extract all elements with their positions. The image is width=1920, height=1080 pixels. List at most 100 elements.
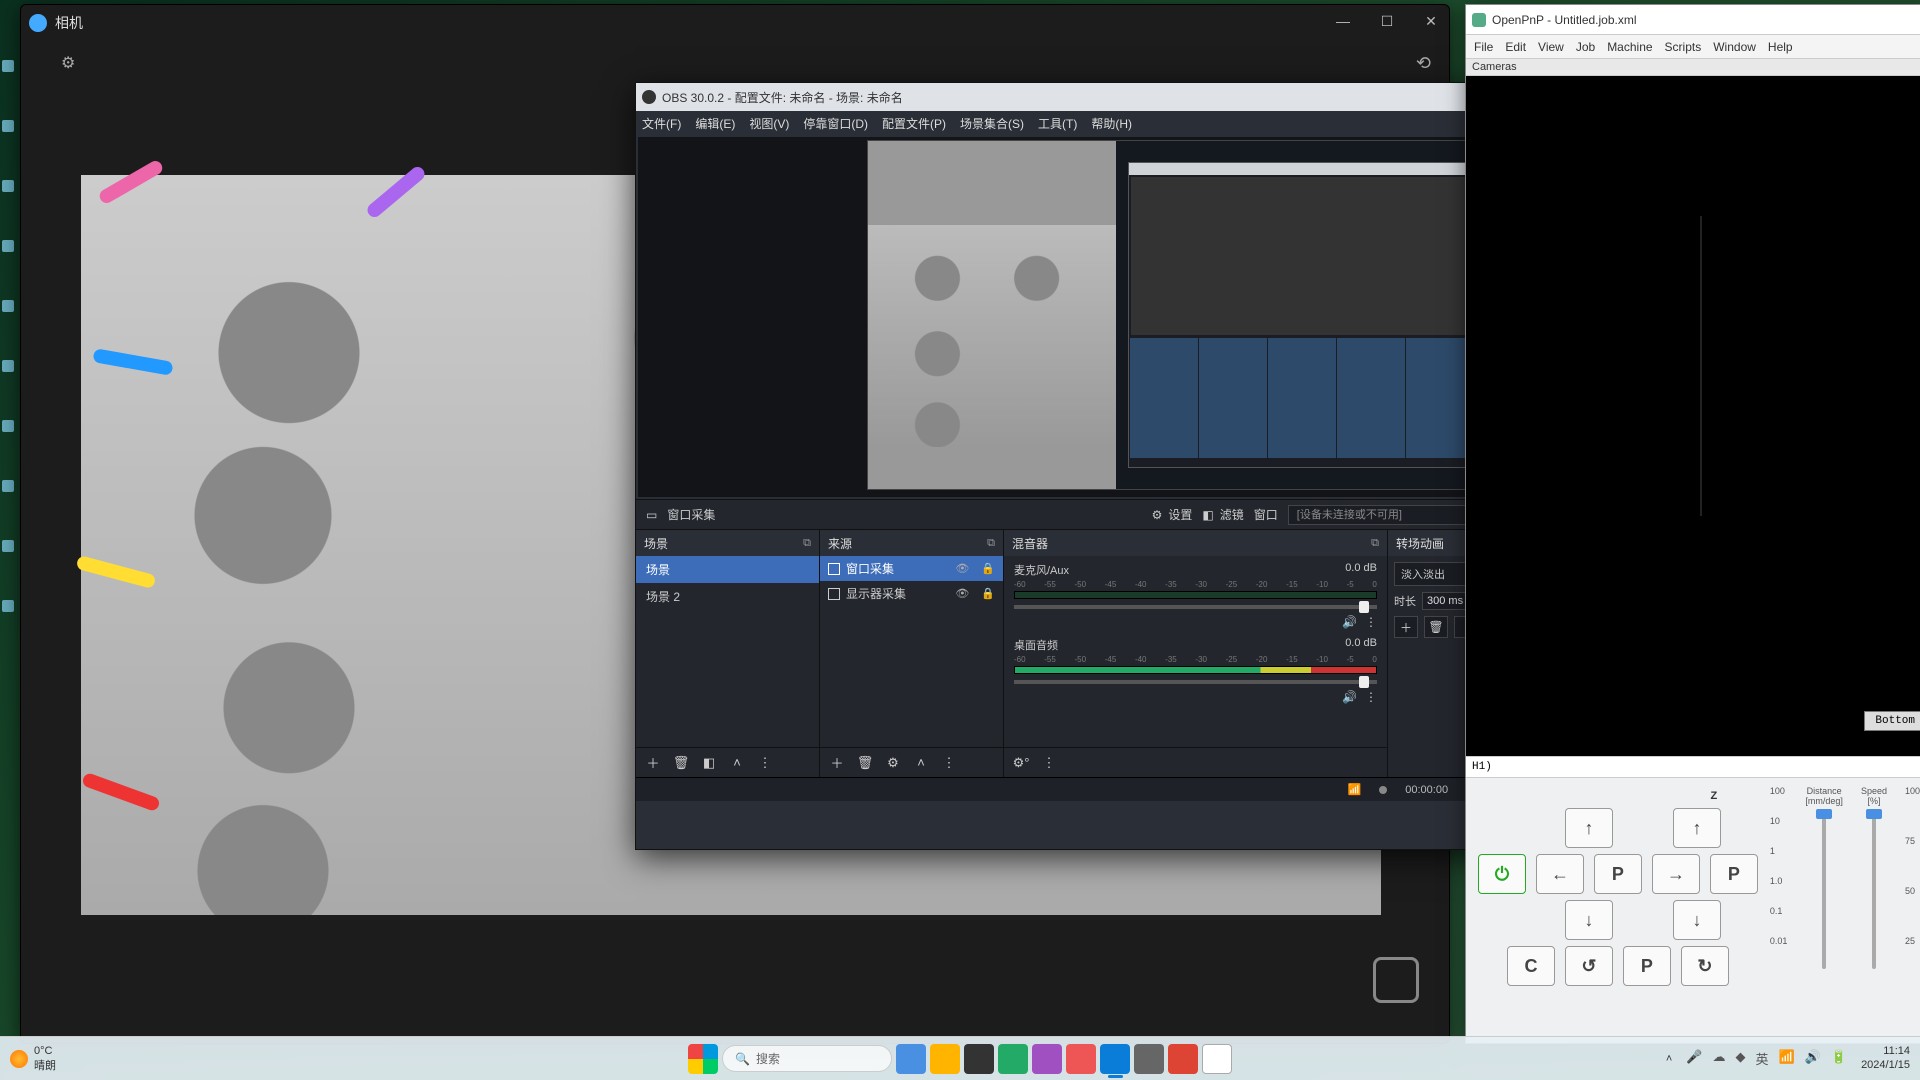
jog-z-up-button[interactable]: ↑ <box>1673 808 1721 848</box>
jog-x-right-button[interactable]: → <box>1652 854 1700 894</box>
jog-c-button[interactable]: C <box>1507 946 1555 986</box>
source-visibility-icon[interactable]: 👁 <box>955 587 969 600</box>
park-z-button[interactable]: P <box>1710 854 1758 894</box>
transition-add-icon[interactable]: ＋ <box>1394 616 1418 638</box>
pnp-camera-view[interactable] <box>1466 76 1920 756</box>
distance-slider[interactable] <box>1822 809 1826 969</box>
menu-edit[interactable]: 编辑(E) <box>695 115 735 132</box>
camera-close[interactable]: ✕ <box>1419 13 1443 30</box>
menu-help[interactable]: 帮助(H) <box>1091 115 1132 132</box>
camera-switch-icon[interactable]: ⟲ <box>1416 53 1431 74</box>
camera-maximize[interactable]: ☐ <box>1375 13 1399 30</box>
scene-up-icon[interactable]: ˄ <box>726 752 748 774</box>
scenes-popout-icon[interactable]: ⧉ <box>803 537 811 550</box>
taskbar-clock[interactable]: 11:14 2024/1/15 <box>1861 1045 1910 1071</box>
mic-volume-slider[interactable] <box>1014 605 1377 609</box>
taskbar-app-4[interactable] <box>998 1044 1028 1074</box>
start-button[interactable] <box>688 1044 718 1074</box>
pnp-menu-scripts[interactable]: Scripts <box>1665 40 1702 54</box>
taskbar-app-openpnp[interactable] <box>1202 1044 1232 1074</box>
source-item-window-capture[interactable]: 窗口采集 👁 🔒 <box>820 556 1003 581</box>
source-remove-icon[interactable]: 🗑 <box>854 752 876 774</box>
tray-volume-icon[interactable]: 🔊 <box>1805 1049 1821 1068</box>
bottom-camera-button[interactable]: Bottom <box>1864 711 1920 731</box>
pnp-menu-window[interactable]: Window <box>1713 40 1756 54</box>
pnp-menu-file[interactable]: File <box>1474 40 1493 54</box>
camera-title-bar[interactable]: 相机 <box>21 5 1449 41</box>
camera-minimize[interactable]: — <box>1331 13 1355 30</box>
scene-add-icon[interactable]: ＋ <box>642 752 664 774</box>
menu-file[interactable]: 文件(F) <box>642 115 681 132</box>
source-filters-button[interactable]: ◧滤镜 <box>1202 506 1243 523</box>
taskbar-app-6[interactable] <box>1066 1044 1096 1074</box>
taskbar-app-obs[interactable] <box>1134 1044 1164 1074</box>
taskbar-app-camera[interactable] <box>1100 1044 1130 1074</box>
taskbar-app-3[interactable] <box>964 1044 994 1074</box>
source-lock-icon[interactable]: 🔒 <box>981 562 995 575</box>
pnp-menu-job[interactable]: Job <box>1576 40 1595 54</box>
weather-widget[interactable]: 0°C 晴朗 <box>10 1045 56 1073</box>
source-settings-button[interactable]: ⚙设置 <box>1152 506 1193 523</box>
mixer-popout-icon[interactable]: ⧉ <box>1371 537 1379 550</box>
tray-app-icon[interactable]: ◆ <box>1735 1049 1745 1068</box>
tray-ime-icon[interactable]: 英 <box>1755 1049 1768 1068</box>
taskbar-app-1[interactable] <box>896 1044 926 1074</box>
pnp-menu-machine[interactable]: Machine <box>1607 40 1652 54</box>
jog-ccw-button[interactable]: ↺ <box>1565 946 1613 986</box>
menu-scene-collection[interactable]: 场景集合(S) <box>960 115 1024 132</box>
menu-tools[interactable]: 工具(T) <box>1038 115 1077 132</box>
scene-filter-icon[interactable]: ◧ <box>698 752 720 774</box>
tray-onedrive-icon[interactable]: ☁ <box>1712 1049 1725 1068</box>
pnp-menu-view[interactable]: View <box>1538 40 1564 54</box>
scene-item-2[interactable]: 场景 2 <box>636 583 819 610</box>
desktop-volume-slider[interactable] <box>1014 680 1377 684</box>
scene-more-icon[interactable]: ⋮ <box>754 752 776 774</box>
taskbar-search[interactable]: 🔍 搜索 <box>722 1045 892 1072</box>
speed-slider[interactable] <box>1872 809 1876 969</box>
taskbar-app-explorer[interactable] <box>930 1044 960 1074</box>
mixer-advanced-icon[interactable]: ⚙° <box>1010 752 1032 774</box>
jog-z-down-button[interactable]: ↓ <box>1673 900 1721 940</box>
desktop-mute-icon[interactable]: 🔊 <box>1342 690 1357 704</box>
tray-expand-icon[interactable]: ˄ <box>1666 1053 1672 1065</box>
source-lock-icon[interactable]: 🔒 <box>981 587 995 600</box>
mic-mute-icon[interactable]: 🔊 <box>1342 615 1357 629</box>
tray-wifi-icon[interactable]: 📶 <box>1779 1049 1795 1068</box>
jog-x-left-button[interactable]: ← <box>1536 854 1584 894</box>
desktop-more-icon[interactable]: ⋮ <box>1365 690 1377 704</box>
taskbar-app-9[interactable] <box>1168 1044 1198 1074</box>
power-button[interactable]: ⏻ <box>1478 854 1526 894</box>
source-up-icon[interactable]: ˄ <box>910 752 932 774</box>
source-add-icon[interactable]: ＋ <box>826 752 848 774</box>
tray-battery-icon[interactable]: 🔋 <box>1831 1049 1847 1068</box>
pnp-title-bar[interactable]: OpenPnP - Untitled.job.xml <box>1466 5 1920 35</box>
mic-more-icon[interactable]: ⋮ <box>1365 615 1377 629</box>
scene-remove-icon[interactable]: 🗑 <box>670 752 692 774</box>
menu-docks[interactable]: 停靠窗口(D) <box>803 115 868 132</box>
jog-cw-button[interactable]: ↻ <box>1681 946 1729 986</box>
transition-remove-icon[interactable]: 🗑 <box>1424 616 1448 638</box>
source-visibility-icon[interactable]: 👁 <box>955 562 969 575</box>
pnp-menu-edit[interactable]: Edit <box>1505 40 1526 54</box>
camera-capture-button[interactable] <box>1373 957 1419 1003</box>
source-item-display-capture[interactable]: 显示器采集 👁 🔒 <box>820 581 1003 606</box>
source-more-icon[interactable]: ⋮ <box>938 752 960 774</box>
weather-icon <box>10 1050 28 1068</box>
taskbar-app-5[interactable] <box>1032 1044 1062 1074</box>
sources-dock: 来源⧉ 窗口采集 👁 🔒 显示器采集 👁 🔒 ＋ 🗑 ⚙ <box>820 530 1004 777</box>
camera-settings-icon[interactable]: ⚙ <box>61 53 75 73</box>
openpnp-window: OpenPnP - Untitled.job.xml File Edit Vie… <box>1465 4 1920 1044</box>
source-properties-icon[interactable]: ⚙ <box>882 752 904 774</box>
jog-y-up-button[interactable]: ↑ <box>1565 808 1613 848</box>
scene-item-1[interactable]: 场景 <box>636 556 819 583</box>
menu-view[interactable]: 视图(V) <box>749 115 789 132</box>
pnp-menu-help[interactable]: Help <box>1768 40 1793 54</box>
obs-title: OBS 30.0.2 - 配置文件: 未命名 - 场景: 未命名 <box>662 89 903 106</box>
mixer-more-icon[interactable]: ⋮ <box>1038 752 1060 774</box>
jog-y-down-button[interactable]: ↓ <box>1565 900 1613 940</box>
park-xy-button[interactable]: P <box>1594 854 1642 894</box>
park-rotation-button[interactable]: P <box>1623 946 1671 986</box>
sources-popout-icon[interactable]: ⧉ <box>987 537 995 550</box>
menu-profile[interactable]: 配置文件(P) <box>882 115 946 132</box>
tray-mic-icon[interactable]: 🎤 <box>1686 1049 1702 1068</box>
